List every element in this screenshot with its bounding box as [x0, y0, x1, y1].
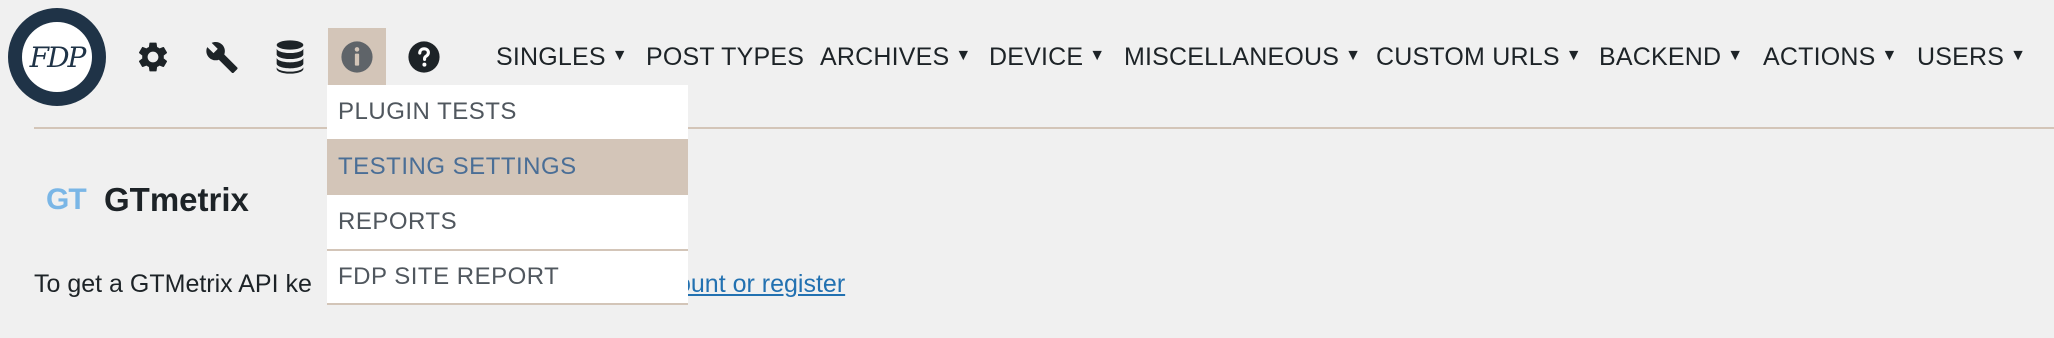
nav-label-archives: ARCHIVES [820, 42, 950, 71]
nav-label-device: DEVICE [989, 42, 1084, 71]
help-icon [407, 40, 441, 74]
nav-item-users[interactable]: USERS ▼ [1917, 28, 2026, 86]
chevron-down-icon: ▼ [2010, 47, 2027, 64]
chevron-down-icon: ▼ [1727, 47, 1744, 64]
menu-item-testing-settings[interactable]: TESTING SETTINGS [327, 139, 688, 195]
nav-label-actions: ACTIONS [1763, 42, 1876, 71]
nav-item-device[interactable]: DEVICE ▼ [989, 28, 1105, 86]
nav-item-archives[interactable]: ARCHIVES ▼ [820, 28, 971, 86]
nav-label-users: USERS [1917, 42, 2005, 71]
chevron-down-icon: ▼ [1565, 47, 1582, 64]
nav-item-custom-urls[interactable]: CUSTOM URLS ▼ [1376, 28, 1582, 86]
nav-label-backend: BACKEND [1599, 42, 1722, 71]
gear-icon [135, 39, 171, 75]
nav-item-post-types[interactable]: POST TYPES [646, 28, 804, 86]
menu-item-reports[interactable]: REPORTS [327, 195, 688, 249]
help-button[interactable] [395, 28, 453, 86]
chevron-down-icon: ▼ [1881, 47, 1898, 64]
nav-label-singles: SINGLES [496, 42, 606, 71]
fdp-logo[interactable]: FDP [8, 8, 106, 106]
login-register-link[interactable]: ount or register [677, 270, 845, 299]
chevron-down-icon: ▼ [955, 47, 972, 64]
tools-button[interactable] [193, 28, 251, 86]
nav-label-custom-urls: CUSTOM URLS [1376, 42, 1560, 71]
fdp-logo-text: FDP [22, 22, 92, 92]
page-title: GTmetrix [104, 181, 249, 218]
info-dropdown-menu: PLUGIN TESTS TESTING SETTINGS REPORTS FD… [327, 85, 688, 305]
info-button[interactable] [328, 28, 386, 86]
menu-item-plugin-tests[interactable]: PLUGIN TESTS [327, 85, 688, 139]
chevron-down-icon: ▼ [611, 47, 628, 64]
info-icon [340, 40, 374, 74]
wrench-icon [205, 40, 239, 74]
database-icon [274, 39, 306, 75]
nav-item-actions[interactable]: ACTIONS ▼ [1763, 28, 1898, 86]
chevron-down-icon: ▼ [1089, 47, 1106, 64]
chevron-down-icon: ▼ [1345, 47, 1362, 64]
section-heading: GT GTmetrix [46, 178, 249, 222]
nav-label-post-types: POST TYPES [646, 42, 805, 71]
settings-button[interactable] [124, 28, 182, 86]
nav-item-backend[interactable]: BACKEND ▼ [1599, 28, 1743, 86]
nav-item-singles[interactable]: SINGLES ▼ [496, 28, 628, 86]
api-key-instructions: To get a GTMetrix API ke [34, 270, 312, 298]
gtmetrix-logo: GT [46, 183, 87, 216]
nav-item-miscellaneous[interactable]: MISCELLANEOUS ▼ [1124, 28, 1361, 86]
menu-item-fdp-site-report[interactable]: FDP SITE REPORT [327, 249, 688, 303]
top-toolbar: FDP SINGLES ▼ POST TYPES ARCHIVES ▼ DEVI… [0, 0, 2054, 112]
database-button[interactable] [261, 28, 319, 86]
nav-label-miscellaneous: MISCELLANEOUS [1124, 42, 1340, 71]
